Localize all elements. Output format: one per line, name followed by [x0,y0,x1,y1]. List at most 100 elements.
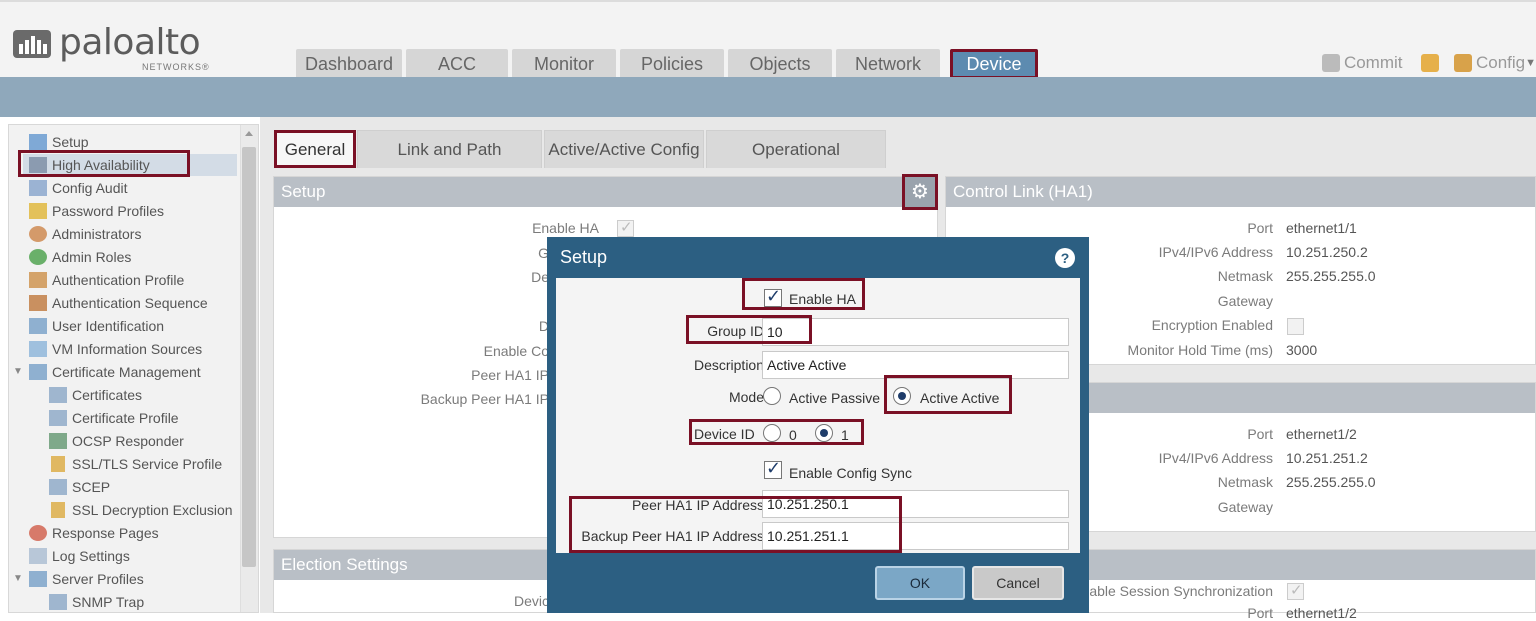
dl-port-value: ethernet1/2 [1286,605,1357,621]
tab-acc[interactable]: ACC [406,49,508,79]
auth-seq-icon [29,295,47,311]
control-link-title: Control Link (HA1) [946,177,1535,207]
cl-port-value: ethernet1/1 [1286,220,1357,236]
enable-config-sync-checkbox[interactable] [764,458,782,479]
bk-netmask-value: 255.255.255.0 [1286,474,1376,490]
roles-icon [29,249,47,265]
blue-band [0,77,1536,117]
commit-icon [1321,53,1340,72]
mode-label: Mode [728,389,764,405]
cl-hold-time-label: Monitor Hold Time (ms) [1127,342,1273,358]
setup-icon [29,134,47,150]
chevron-down-icon[interactable]: ▼ [1525,57,1536,69]
setup-panel-title: Setup [274,177,937,207]
top-bar: paloalto NETWORKS® Dashboard ACC Monitor… [0,0,1536,79]
gear-icon[interactable]: ⚙ [905,177,935,207]
tab-dashboard[interactable]: Dashboard [296,49,402,79]
device-id-0-radio[interactable] [763,424,781,442]
tab-policies[interactable]: Policies [620,49,724,79]
setup-label-peer-ha1: Peer HA1 IP [471,367,549,383]
cert-icon [49,387,67,403]
log-icon [29,548,47,564]
auth-profile-icon [29,272,47,288]
cl-port-label: Port [1247,220,1273,236]
commit-button[interactable]: Commit [1344,53,1403,73]
backup-peer-ha1-input[interactable]: 10.251.251.1 [762,522,1069,550]
tab-general[interactable]: General [274,130,356,168]
setup-enable-ha-label: Enable HA [532,220,599,236]
config-menu[interactable]: Config [1476,53,1525,73]
device-id-1-radio[interactable] [815,424,833,442]
sidebar: Setup High Availability Config Audit Pas… [8,124,259,613]
ha-icon [29,157,47,173]
description-input[interactable]: Active Active [762,351,1069,379]
setup-label-enable-co: Enable Co [483,343,549,359]
tab-operational-commands[interactable]: Operational Commands [706,130,886,197]
ocsp-icon [49,433,67,449]
top-actions: Commit Config ▼ [1321,52,1536,73]
tab-active-active-config[interactable]: Active/Active Config [544,130,704,168]
cl-hold-time-value: 3000 [1286,342,1318,358]
cl-ip-label: IPv4/IPv6 Address [1158,244,1273,260]
bk-port-label: Port [1247,426,1273,442]
election-device-label: Devic [513,593,549,609]
cl-netmask-label: Netmask [1217,268,1273,284]
tab-objects[interactable]: Objects [728,49,832,79]
tab-link-and-path-monitoring[interactable]: Link and Path Monitoring [357,130,542,197]
device-id-1-label: 1 [841,427,849,443]
bk-gateway-label: Gateway [1217,499,1273,515]
admin-icon [29,226,47,242]
audit-icon [29,180,47,196]
scroll-thumb[interactable] [242,147,256,567]
chevron-down-icon[interactable]: ▼ [13,568,23,590]
dialog-title: Setup [560,247,608,267]
tab-monitor[interactable]: Monitor [512,49,616,79]
enable-ha-checkbox[interactable] [764,286,782,307]
lock-icon [51,502,65,518]
lock-icon[interactable] [1421,53,1440,72]
peer-ha1-input[interactable]: 10.251.250.1 [762,490,1069,518]
help-icon[interactable]: ? [1055,248,1075,268]
bk-netmask-label: Netmask [1217,474,1273,490]
group-id-input[interactable]: 10 [762,318,1069,346]
enable-ha-label: Enable HA [789,291,856,307]
cl-netmask-value: 255.255.255.0 [1286,268,1376,284]
ok-button[interactable]: OK [875,566,965,600]
bk-port-value: ethernet1/2 [1286,426,1357,442]
bk-ip-value: 10.251.251.2 [1286,450,1368,466]
server-icon [29,571,47,587]
vm-icon [29,341,47,357]
brand-sub: NETWORKS® [142,62,210,72]
dl-port-label: Port [1247,605,1273,621]
lock-icon [51,456,65,472]
cancel-button[interactable]: Cancel [972,566,1064,600]
dialog-body: Enable HA Group ID 10 Description Active… [556,278,1080,553]
sidebar-item-high-availability[interactable]: High Availability [23,154,237,176]
mode-active-active-radio[interactable] [893,387,911,405]
brand-name: paloalto [59,22,201,63]
device-id-0-label: 0 [789,427,797,443]
password-icon [29,203,47,219]
setup-label-backup-peer-ha1: Backup Peer HA1 IP [420,391,549,407]
config-icon [1453,53,1472,72]
backup-peer-ha1-label: Backup Peer HA1 IP Address [581,528,764,544]
enable-config-sync-label: Enable Config Sync [789,465,912,481]
cl-gateway-label: Gateway [1217,293,1273,309]
peer-ha1-label: Peer HA1 IP Address [631,497,764,513]
bk-ip-label: IPv4/IPv6 Address [1158,450,1273,466]
scroll-up-icon[interactable] [245,131,253,136]
mode-active-passive-radio[interactable] [763,387,781,405]
tab-network[interactable]: Network [836,49,940,79]
dl-session-sync-label: nable Session Synchronization [1081,583,1273,599]
mode-active-active-label: Active Active [920,390,1000,406]
snmp-icon [49,594,67,610]
cl-ip-value: 10.251.250.2 [1286,244,1368,260]
response-icon [29,525,47,541]
chevron-down-icon[interactable]: ▼ [13,361,23,383]
user-id-icon [29,318,47,334]
tab-device[interactable]: Device [950,49,1038,79]
setup-enable-ha-checkbox [617,218,634,237]
cert-profile-icon [49,410,67,426]
paloalto-logo-mark-icon [13,30,51,58]
sidebar-scrollbar[interactable] [240,125,258,612]
